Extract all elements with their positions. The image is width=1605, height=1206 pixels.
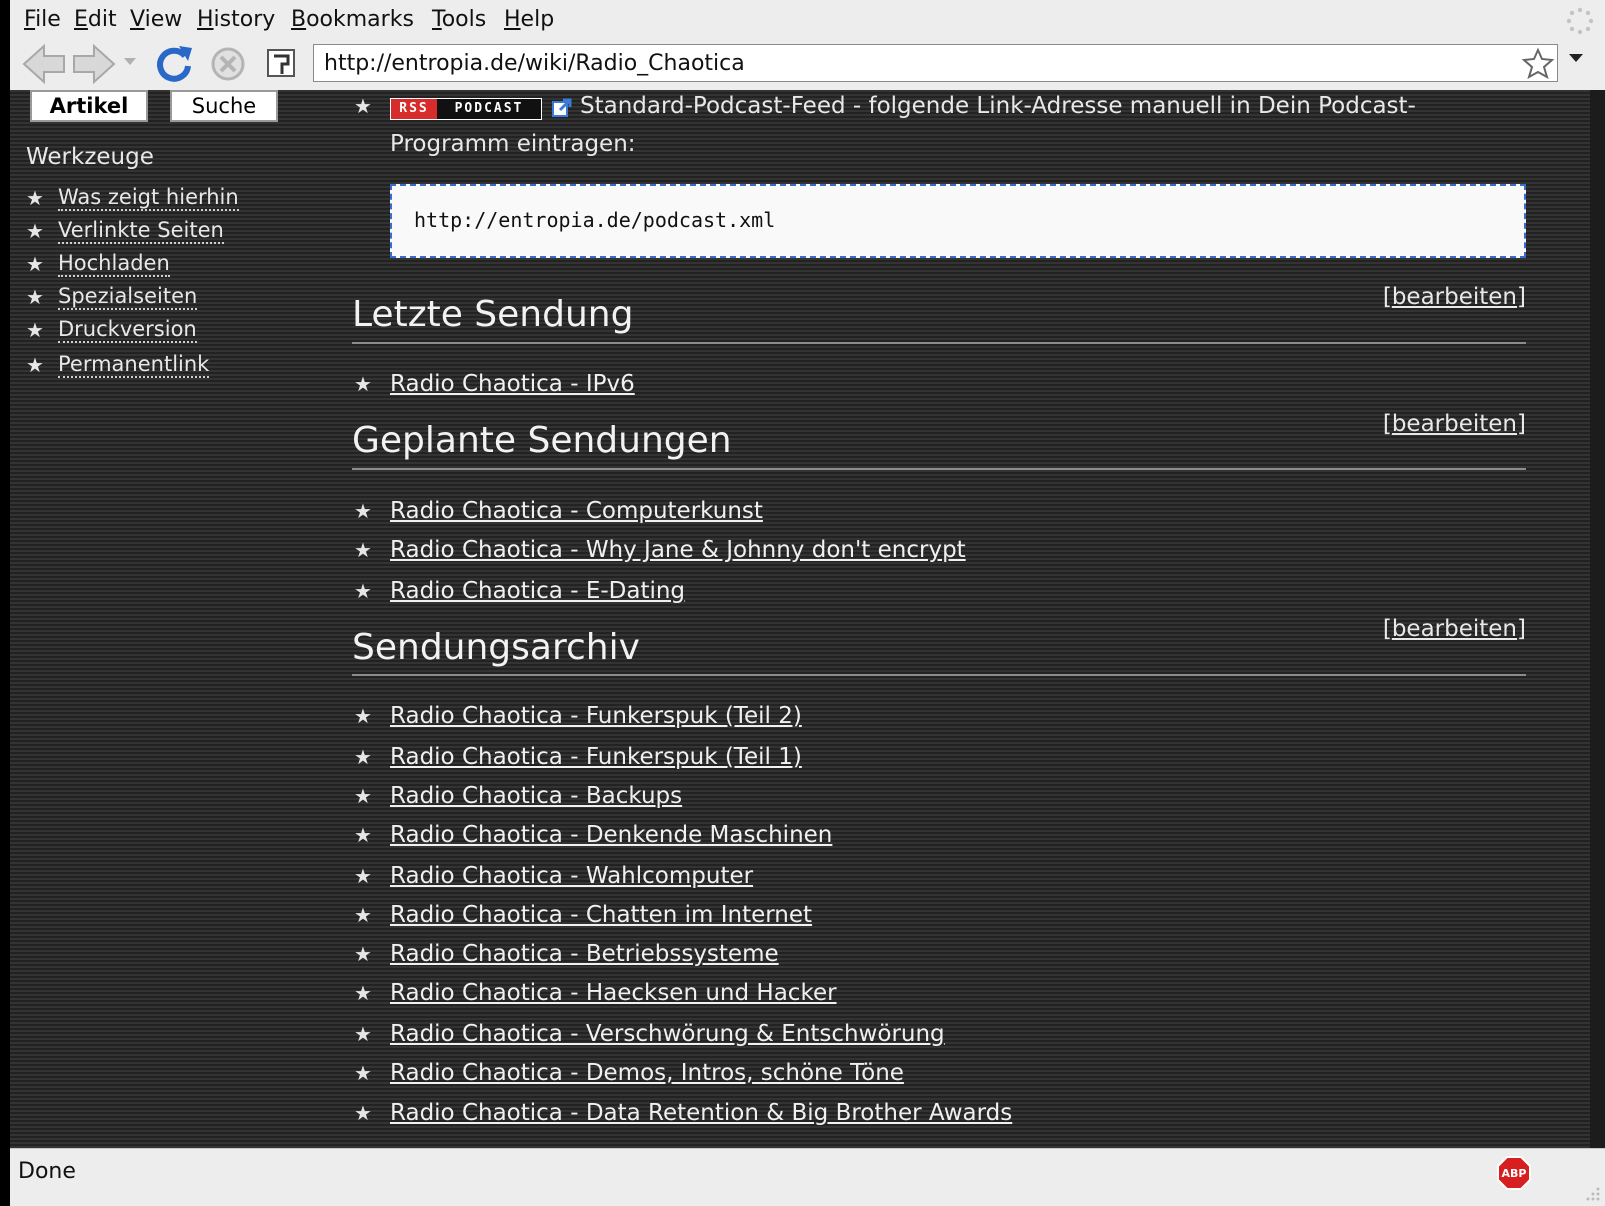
bullet-icon: ★ xyxy=(354,372,372,396)
status-bar: Done ABP xyxy=(10,1148,1605,1206)
bullet-icon: ★ xyxy=(354,823,372,847)
forward-arrow-icon[interactable] xyxy=(68,42,118,86)
feed-url-box: http://entropia.de/podcast.xml xyxy=(390,184,1526,258)
edit-link-letzte-sendung[interactable]: [bearbeiten] xyxy=(1383,284,1526,310)
bullet-icon: ★ xyxy=(26,186,44,210)
bullet-icon: ★ xyxy=(354,1061,372,1085)
page-viewport: Artikel Suche Werkzeuge ★ Was zeigt hier… xyxy=(10,90,1590,1148)
edit-link-text[interactable]: bearbeiten xyxy=(1392,284,1517,310)
bullet-icon: ★ xyxy=(354,499,372,523)
bullet-icon: ★ xyxy=(26,353,44,377)
bullet-icon: ★ xyxy=(354,1101,372,1125)
url-bar[interactable]: http://entropia.de/wiki/Radio_Chaotica xyxy=(313,44,1558,82)
external-link-icon xyxy=(552,98,572,117)
rss-badge-right: PODCAST xyxy=(437,99,541,119)
edit-link-text[interactable]: bearbeiten xyxy=(1392,616,1517,642)
bullet-icon: ★ xyxy=(26,285,44,309)
navigation-toolbar: http://entropia.de/wiki/Radio_Chaotica xyxy=(10,38,1605,90)
bullet-icon: ★ xyxy=(26,252,44,276)
edit-link-text[interactable]: bearbeiten xyxy=(1392,411,1517,437)
section-title-geplante-sendungen: Geplante Sendungen xyxy=(352,420,732,461)
throbber-icon xyxy=(1566,7,1594,35)
menu-history[interactable]: History xyxy=(197,7,275,32)
bullet-icon: ★ xyxy=(354,981,372,1005)
bookmark-star-icon[interactable] xyxy=(1521,47,1555,79)
feed-description-line1[interactable]: Standard-Podcast-Feed - folgende Link-Ad… xyxy=(580,90,1416,125)
sidebar-item-was-zeigt-hierhin[interactable]: Was zeigt hierhin xyxy=(58,185,239,211)
site-identity-icon[interactable] xyxy=(262,42,306,86)
bullet-icon: ★ xyxy=(354,942,372,966)
browser-window: File Edit View History Bookmarks Tools H… xyxy=(10,0,1605,1206)
bullet-icon: ★ xyxy=(354,745,372,769)
list-item-link[interactable]: Radio Chaotica - Data Retention & Big Br… xyxy=(390,1098,1012,1128)
list-item-link[interactable]: Radio Chaotica - Betriebssysteme xyxy=(390,939,779,969)
rss-badge-left: RSS xyxy=(391,99,437,119)
menu-file[interactable]: File xyxy=(24,7,61,32)
reload-icon[interactable] xyxy=(152,42,196,86)
tab-suche[interactable]: Suche xyxy=(170,90,278,122)
resize-grip-icon[interactable] xyxy=(1583,1184,1601,1202)
list-item-link[interactable]: Radio Chaotica - Funkerspuk (Teil 2) xyxy=(390,701,802,731)
menu-edit[interactable]: Edit xyxy=(74,7,117,32)
list-item-link[interactable]: Radio Chaotica - Why Jane & Johnny don't… xyxy=(390,535,966,565)
bullet-icon: ★ xyxy=(26,219,44,243)
sidebar-item-hochladen[interactable]: Hochladen xyxy=(58,251,170,277)
list-item-link[interactable]: Radio Chaotica - IPv6 xyxy=(390,369,635,399)
list-item-link[interactable]: Radio Chaotica - Funkerspuk (Teil 1) xyxy=(390,742,802,772)
sidebar-heading: Werkzeuge xyxy=(26,144,154,170)
menu-view[interactable]: View xyxy=(130,7,182,32)
status-text: Done xyxy=(18,1159,76,1184)
bullet-icon: ★ xyxy=(354,1022,372,1046)
list-item-link[interactable]: Radio Chaotica - Chatten im Internet xyxy=(390,900,812,930)
section-divider xyxy=(352,342,1526,344)
adblock-plus-label: ABP xyxy=(1502,1167,1527,1180)
feed-url[interactable]: http://entropia.de/podcast.xml xyxy=(414,208,775,232)
bullet-icon: ★ xyxy=(354,784,372,808)
section-title-sendungsarchiv: Sendungsarchiv xyxy=(352,627,640,668)
section-divider xyxy=(352,468,1526,470)
list-item-link[interactable]: Radio Chaotica - Verschwörung & Entschwö… xyxy=(390,1019,945,1049)
list-item-link[interactable]: Radio Chaotica - Haecksen und Hacker xyxy=(390,978,837,1008)
sidebar-item-permanentlink[interactable]: Permanentlink xyxy=(58,352,210,378)
adblock-plus-icon[interactable]: ABP xyxy=(1496,1155,1532,1191)
bullet-icon: ★ xyxy=(354,94,372,118)
history-dropdown-icon[interactable] xyxy=(122,54,138,68)
back-arrow-icon[interactable] xyxy=(20,42,70,86)
sidebar-item-verlinkte-seiten[interactable]: Verlinkte Seiten xyxy=(58,218,224,244)
stop-icon[interactable] xyxy=(206,42,250,86)
edit-link-geplante-sendungen[interactable]: [bearbeiten] xyxy=(1383,411,1526,437)
menubar: File Edit View History Bookmarks Tools H… xyxy=(10,0,1605,38)
menu-help[interactable]: Help xyxy=(504,7,554,32)
menu-bookmarks[interactable]: Bookmarks xyxy=(291,7,414,32)
sidebar-item-druckversion[interactable]: Druckversion xyxy=(58,317,197,343)
bullet-icon: ★ xyxy=(354,864,372,888)
list-item-link[interactable]: Radio Chaotica - Backups xyxy=(390,781,682,811)
list-item-link[interactable]: Radio Chaotica - Computerkunst xyxy=(390,496,763,526)
feed-description-line2: Programm eintragen: xyxy=(390,131,636,157)
sidebar-item-spezialseiten[interactable]: Spezialseiten xyxy=(58,284,198,310)
vertical-scrollbar[interactable] xyxy=(1590,90,1605,1148)
section-title-letzte-sendung: Letzte Sendung xyxy=(352,294,634,335)
bullet-icon: ★ xyxy=(354,579,372,603)
list-item-link[interactable]: Radio Chaotica - Wahlcomputer xyxy=(390,861,753,891)
bullet-icon: ★ xyxy=(354,704,372,728)
list-item-link[interactable]: Radio Chaotica - Demos, Intros, schöne T… xyxy=(390,1058,904,1088)
section-divider xyxy=(352,674,1526,676)
url-dropdown-icon[interactable] xyxy=(1566,48,1586,68)
list-item-link[interactable]: Radio Chaotica - E-Dating xyxy=(390,576,685,606)
list-item-link[interactable]: Radio Chaotica - Denkende Maschinen xyxy=(390,820,832,850)
bullet-icon: ★ xyxy=(26,318,44,342)
tab-artikel[interactable]: Artikel xyxy=(30,90,148,122)
edit-link-sendungsarchiv[interactable]: [bearbeiten] xyxy=(1383,616,1526,642)
url-text[interactable]: http://entropia.de/wiki/Radio_Chaotica xyxy=(324,51,745,76)
menu-tools[interactable]: Tools xyxy=(432,7,486,32)
rss-podcast-badge[interactable]: RSS PODCAST xyxy=(390,98,542,120)
bullet-icon: ★ xyxy=(354,903,372,927)
bullet-icon: ★ xyxy=(354,538,372,562)
